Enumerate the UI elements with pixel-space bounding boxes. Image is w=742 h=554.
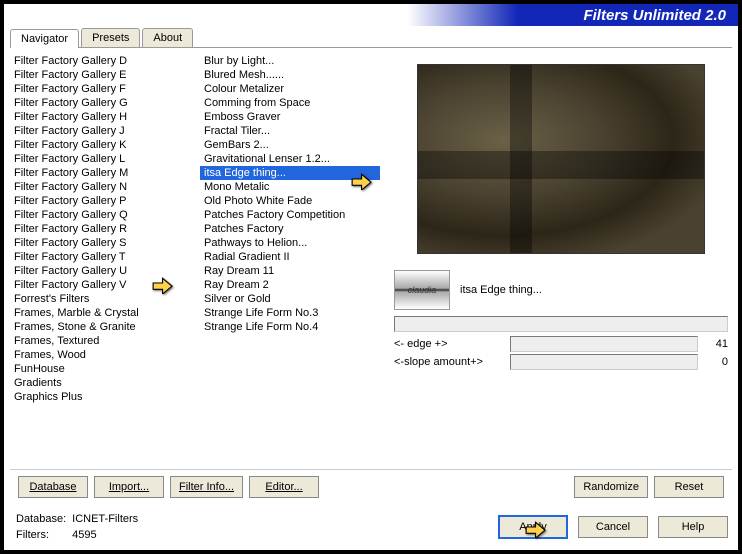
list-item[interactable]: Filter Factory Gallery U [10, 264, 196, 278]
list-item[interactable]: Strange Life Form No.3 [200, 306, 380, 320]
list-item[interactable]: Frames, Textured [10, 334, 196, 348]
list-item[interactable]: Ray Dream 2 [200, 278, 380, 292]
list-item[interactable]: Gradients [10, 376, 196, 390]
toolbar-row: Database Import... Filter Info... Editor… [10, 469, 732, 504]
list-item[interactable]: Old Photo White Fade [200, 194, 380, 208]
cancel-button[interactable]: Cancel [578, 516, 648, 538]
list-item[interactable]: Patches Factory [200, 222, 380, 236]
list-item[interactable]: Filter Factory Gallery V [10, 278, 196, 292]
param-slider[interactable] [510, 354, 698, 370]
param-label: <- edge +> [394, 338, 504, 350]
list-item[interactable]: Filter Factory Gallery L [10, 152, 196, 166]
dialog-window: Filters Unlimited 2.0 Navigator Presets … [3, 3, 739, 551]
list-item[interactable]: FunHouse [10, 362, 196, 376]
list-item[interactable]: Filter Factory Gallery G [10, 96, 196, 110]
list-item[interactable]: Colour Metalizer [200, 82, 380, 96]
list-item[interactable]: Frames, Stone & Granite [10, 320, 196, 334]
param-value: 41 [704, 338, 728, 350]
list-item[interactable]: Filter Factory Gallery H [10, 110, 196, 124]
preview-image [417, 64, 705, 254]
param-label: <-slope amount+> [394, 356, 504, 368]
param-row: <-slope amount+> 0 [394, 354, 728, 370]
database-button[interactable]: Database [18, 476, 88, 498]
main-area: Filter Factory Gallery DFilter Factory G… [4, 48, 738, 467]
list-item[interactable]: Pathways to Helion... [200, 236, 380, 250]
list-item[interactable]: Frames, Marble & Crystal [10, 306, 196, 320]
list-item[interactable]: Blured Mesh...... [200, 68, 380, 82]
list-item[interactable]: Forrest's Filters [10, 292, 196, 306]
list-item[interactable]: Filter Factory Gallery R [10, 222, 196, 236]
list-item[interactable]: Filter Factory Gallery T [10, 250, 196, 264]
list-item[interactable]: Comming from Space [200, 96, 380, 110]
footer: Database:ICNET-Filters Filters:4595 Appl… [4, 504, 738, 550]
list-item[interactable]: Mono Metalic [200, 180, 380, 194]
watermark-badge: claudia [394, 270, 450, 310]
list-item[interactable]: Filter Factory Gallery K [10, 138, 196, 152]
list-item[interactable]: Filter Factory Gallery F [10, 82, 196, 96]
reset-button[interactable]: Reset [654, 476, 724, 498]
list-item[interactable]: Filter Factory Gallery D [10, 54, 196, 68]
list-item[interactable]: Graphics Plus [10, 390, 196, 404]
tab-strip: Navigator Presets About [10, 28, 732, 48]
list-item[interactable]: Gravitational Lenser 1.2... [200, 152, 380, 166]
apply-button[interactable]: Apply [498, 515, 568, 539]
list-item[interactable]: Fractal Tiler... [200, 124, 380, 138]
list-item[interactable]: Emboss Graver [200, 110, 380, 124]
help-button[interactable]: Help [658, 516, 728, 538]
param-value: 0 [704, 356, 728, 368]
list-item[interactable]: Silver or Gold [200, 292, 380, 306]
list-item[interactable]: Ray Dream 11 [200, 264, 380, 278]
list-item[interactable]: Filter Factory Gallery M [10, 166, 196, 180]
tab-about[interactable]: About [142, 28, 193, 47]
title-bar: Filters Unlimited 2.0 [4, 4, 738, 26]
filter-name-label: itsa Edge thing... [456, 282, 728, 298]
list-item[interactable]: Patches Factory Competition [200, 208, 380, 222]
category-list[interactable]: Filter Factory Gallery DFilter Factory G… [10, 54, 196, 461]
list-item[interactable]: Radial Gradient II [200, 250, 380, 264]
randomize-button[interactable]: Randomize [574, 476, 648, 498]
list-item[interactable]: Filter Factory Gallery J [10, 124, 196, 138]
tab-presets[interactable]: Presets [81, 28, 140, 47]
param-slider[interactable] [510, 336, 698, 352]
list-item[interactable]: Blur by Light... [200, 54, 380, 68]
slider-full[interactable] [394, 316, 728, 332]
list-item[interactable]: Frames, Wood [10, 348, 196, 362]
list-item[interactable]: Filter Factory Gallery P [10, 194, 196, 208]
list-item[interactable]: Filter Factory Gallery E [10, 68, 196, 82]
list-item[interactable]: Filter Factory Gallery S [10, 236, 196, 250]
tab-navigator[interactable]: Navigator [10, 29, 79, 48]
list-item[interactable]: Filter Factory Gallery N [10, 180, 196, 194]
right-panel: claudia itsa Edge thing... <- edge +>41<… [384, 54, 732, 461]
filter-info-button[interactable]: Filter Info... [170, 476, 243, 498]
filter-list[interactable]: Blur by Light...Blured Mesh......Colour … [200, 54, 380, 461]
list-item[interactable]: Filter Factory Gallery Q [10, 208, 196, 222]
list-item[interactable]: Strange Life Form No.4 [200, 320, 380, 334]
app-title: Filters Unlimited 2.0 [583, 7, 726, 24]
import-button[interactable]: Import... [94, 476, 164, 498]
param-row: <- edge +> 41 [394, 336, 728, 352]
editor-button[interactable]: Editor... [249, 476, 319, 498]
status-info: Database:ICNET-Filters Filters:4595 [14, 510, 140, 544]
list-item[interactable]: itsa Edge thing... [200, 166, 380, 180]
list-item[interactable]: GemBars 2... [200, 138, 380, 152]
